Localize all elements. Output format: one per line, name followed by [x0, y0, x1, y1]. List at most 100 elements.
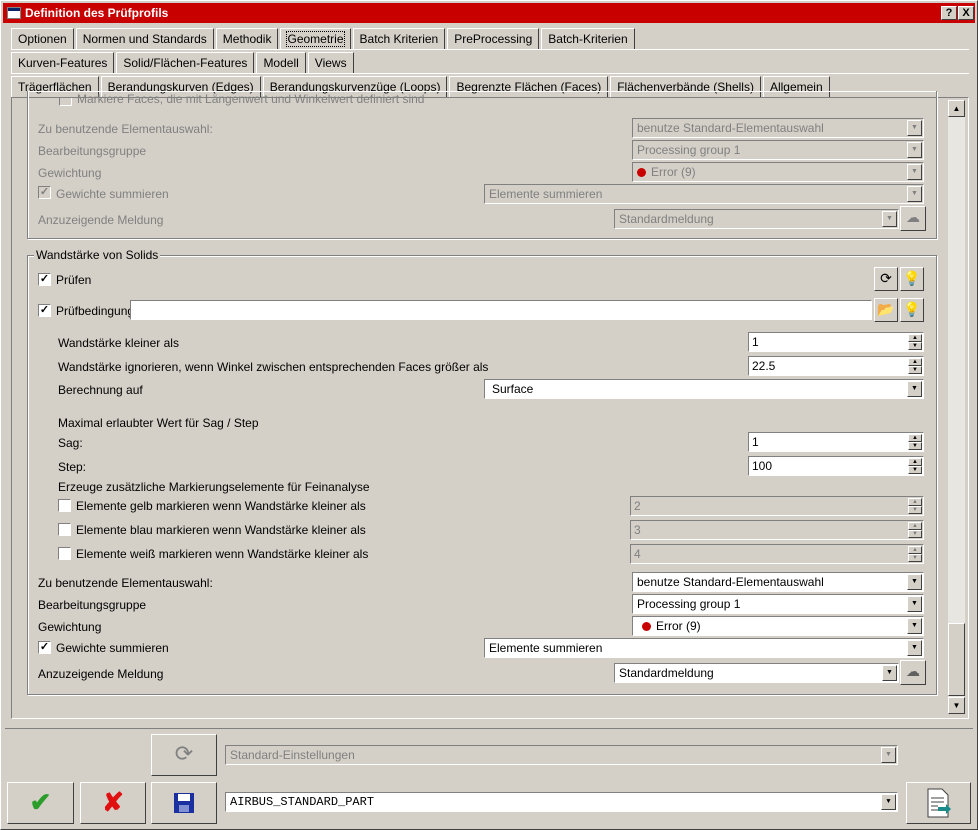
sum-weights-checkbox[interactable]: ✓ [38, 641, 51, 654]
processing-group-combo[interactable]: Processing group 1 ▼ [632, 140, 924, 160]
tab-solid-flaechen-features[interactable]: Solid/Flächen-Features [116, 52, 255, 73]
tab-label: Batch-Kriterien [548, 32, 628, 46]
white-spinner[interactable]: 4 ▲ ▼ [630, 544, 924, 564]
refresh-icon[interactable]: ⟳ [874, 267, 898, 291]
spin-up-icon[interactable]: ▲ [908, 458, 922, 466]
save-disk-icon[interactable] [151, 782, 217, 824]
check-checkbox[interactable]: ✓ [38, 273, 51, 286]
tab-normen[interactable]: Normen und Standards [75, 28, 214, 49]
spin-down-icon[interactable]: ▼ [908, 530, 922, 538]
chevron-down-icon: ▼ [907, 120, 922, 136]
sum-weights-combo[interactable]: Elemente summieren ▼ [484, 184, 924, 204]
spin-down-icon[interactable]: ▼ [908, 554, 922, 562]
combo-value: Error (9) [656, 619, 701, 633]
tab-batch-kriterien[interactable]: Batch Kriterien [352, 28, 446, 49]
chevron-down-icon: ▼ [907, 164, 922, 180]
tab-kurven-features[interactable]: Kurven-Features [11, 52, 115, 73]
spin-down-icon[interactable]: ▼ [908, 506, 922, 514]
spin-up-icon[interactable]: ▲ [908, 498, 922, 506]
tab-modell[interactable]: Modell [256, 52, 306, 73]
combo-value: Surface [492, 382, 534, 396]
window-icon [7, 7, 21, 19]
refresh-settings-icon[interactable]: ⟳ [151, 734, 217, 776]
lightbulb-icon[interactable]: 💡 [900, 267, 924, 291]
yellow-spinner[interactable]: 2 ▲ ▼ [630, 496, 924, 516]
chevron-down-icon: ▼ [882, 665, 897, 681]
vertical-scrollbar[interactable]: ▲ ▼ [948, 100, 965, 714]
ignore-angle-spinner[interactable]: 22.5 ▲ ▼ [748, 356, 924, 376]
spin-down-icon[interactable]: ▼ [908, 442, 922, 450]
max-sag-label: Maximal erlaubter Wert für Sag / Step [58, 416, 259, 430]
spin-up-icon[interactable]: ▲ [908, 522, 922, 530]
export-document-icon[interactable] [906, 782, 971, 824]
spin-up-icon[interactable]: ▲ [908, 334, 922, 342]
cancel-x-icon[interactable]: ✘ [80, 782, 146, 824]
lightbulb-icon[interactable]: 💡 [900, 298, 924, 322]
element-selection-combo[interactable]: benutze Standard-Elementauswahl ▼ [632, 118, 924, 138]
sum-weights-checkbox[interactable]: ✓ [38, 186, 51, 199]
close-button[interactable]: X [958, 6, 974, 20]
spin-up-icon[interactable]: ▲ [908, 546, 922, 554]
scroll-up-icon[interactable]: ▲ [948, 100, 965, 117]
tab-optionen[interactable]: Optionen [11, 28, 74, 49]
tab-views[interactable]: Views [307, 52, 354, 73]
spin-up-icon[interactable]: ▲ [908, 358, 922, 366]
chevron-down-icon: ▼ [907, 596, 922, 612]
spin-down-icon[interactable]: ▼ [908, 466, 922, 474]
tab-geometrie[interactable]: Geometrie [280, 28, 351, 49]
ok-checkmark-icon[interactable]: ✔ [7, 782, 74, 824]
weighting-combo[interactable]: Error (9) ▼ [632, 162, 924, 182]
condition-checkbox[interactable]: ✓ [38, 304, 51, 317]
compute-on-combo[interactable]: Surface ▼ [484, 379, 924, 399]
spinner-value: 22.5 [752, 359, 776, 373]
floppy-icon [174, 793, 194, 813]
tab-label: Optionen [18, 32, 67, 46]
scroll-thumb[interactable] [948, 623, 965, 696]
combo-value: Processing group 1 [637, 143, 741, 157]
yellow-checkbox[interactable] [58, 499, 71, 512]
title-bar[interactable]: Definition des Prüfprofils ? X [3, 3, 975, 23]
blue-label: Elemente blau markieren wenn Wandstärke … [76, 523, 366, 537]
weighting-combo[interactable]: Error (9) ▼ [632, 616, 924, 636]
spin-down-icon[interactable]: ▼ [908, 366, 922, 374]
scroll-down-icon[interactable]: ▼ [948, 697, 965, 714]
condition-input[interactable] [130, 300, 872, 320]
sum-weights-combo[interactable]: Elemente summieren ▼ [484, 638, 924, 658]
step-spinner[interactable]: 100 ▲ ▼ [748, 456, 924, 476]
settings-combo[interactable]: Standard-Einstellungen ▼ [225, 745, 898, 765]
combo-value: Standardmeldung [619, 666, 714, 680]
help-button[interactable]: ? [941, 6, 957, 20]
chevron-down-icon: ▼ [907, 381, 922, 397]
document-arrow-icon [927, 788, 951, 818]
thickness-less-spinner[interactable]: 1 ▲ ▼ [748, 332, 924, 352]
thickness-less-label: Wandstärke kleiner als [58, 336, 179, 350]
white-checkbox[interactable] [58, 547, 71, 560]
ignore-angle-label: Wandstärke ignorieren, wenn Winkel zwisc… [58, 360, 489, 374]
message-combo[interactable]: Standardmeldung ▼ [614, 209, 899, 229]
processing-group-label: Bearbeitungsgruppe [38, 598, 147, 612]
tab-batch-kriterien-2[interactable]: Batch-Kriterien [541, 28, 635, 49]
message-combo[interactable]: Standardmeldung ▼ [614, 663, 899, 683]
tab-label: Normen und Standards [82, 32, 207, 46]
processing-group-combo[interactable]: Processing group 1 ▼ [632, 594, 924, 614]
tab-preprocessing[interactable]: PreProcessing [447, 28, 540, 49]
blue-checkbox[interactable] [58, 523, 71, 536]
tab-label: Methodik [222, 32, 272, 46]
element-selection-combo[interactable]: benutze Standard-Elementauswahl ▼ [632, 572, 924, 592]
blue-spinner[interactable]: 3 ▲ ▼ [630, 520, 924, 540]
message-edit-icon[interactable]: ☁ [900, 660, 926, 685]
chevron-down-icon: ▼ [882, 211, 897, 227]
folder-icon[interactable]: 📂 [874, 298, 898, 322]
sag-spinner[interactable]: 1 ▲ ▼ [748, 432, 924, 452]
message-edit-icon[interactable]: ☁ [900, 206, 926, 231]
tab-methodik[interactable]: Methodik [215, 28, 279, 49]
profile-combo[interactable]: AIRBUS_STANDARD_PART ▼ [225, 792, 898, 812]
divider [11, 49, 969, 50]
dialog-window: Definition des Prüfprofils ? X Optionen … [0, 0, 978, 830]
processing-group-label: Bearbeitungsgruppe [38, 144, 147, 158]
cut-checkbox[interactable] [59, 98, 72, 106]
chevron-down-icon: ▼ [907, 142, 922, 158]
spin-down-icon[interactable]: ▼ [908, 342, 922, 350]
tab-label: Views [314, 56, 347, 70]
spin-up-icon[interactable]: ▲ [908, 434, 922, 442]
